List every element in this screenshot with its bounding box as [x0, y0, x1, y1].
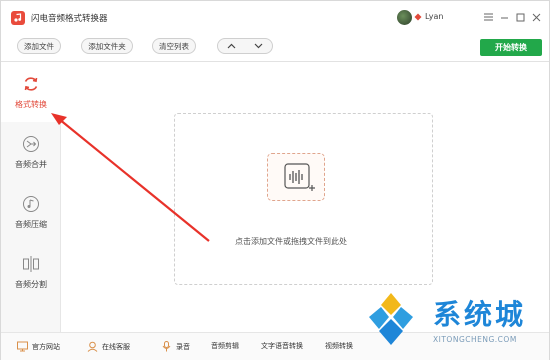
- maximize-icon[interactable]: [513, 10, 527, 24]
- watermark-logo-icon: [369, 293, 413, 345]
- toolbar-divider: [1, 61, 549, 62]
- move-up-button[interactable]: [218, 39, 245, 53]
- record-label: 录音: [176, 342, 190, 351]
- app-logo-icon: [11, 11, 25, 25]
- sidebar-item-format-convert[interactable]: 格式转换: [1, 62, 61, 122]
- add-folder-button[interactable]: 添加文件夹: [81, 38, 133, 54]
- tts-link[interactable]: 文字语音转换: [261, 341, 303, 351]
- sidebar-item-audio-split[interactable]: 音频分割: [1, 242, 61, 302]
- audio-cut-label: 音频剪辑: [211, 342, 239, 350]
- microphone-icon: [162, 341, 171, 352]
- add-audio-button[interactable]: [267, 153, 325, 201]
- customer-service-icon: [87, 341, 98, 352]
- vip-icon: [414, 13, 422, 21]
- sidebar-item-label: 音频分割: [15, 279, 47, 289]
- title-bar: 闪电音频格式转换器 Lyan: [1, 1, 549, 34]
- watermark-title: 系统城: [433, 298, 527, 331]
- tts-label: 文字语音转换: [261, 342, 303, 350]
- sidebar-item-audio-compress[interactable]: 音频压缩: [1, 182, 61, 242]
- move-down-button[interactable]: [245, 39, 272, 53]
- audio-cut-link[interactable]: 音频剪辑: [211, 341, 239, 351]
- app-title: 闪电音频格式转换器: [31, 14, 108, 24]
- chevron-up-icon: [227, 43, 236, 49]
- sidebar-item-label: 音频合并: [15, 159, 47, 169]
- split-icon: [23, 255, 39, 272]
- user-avatar[interactable]: [397, 10, 412, 25]
- support-link[interactable]: 在线客服: [87, 341, 130, 352]
- start-convert-button[interactable]: 开始转换: [480, 39, 542, 56]
- merge-icon: [23, 135, 39, 152]
- add-file-button[interactable]: 添加文件: [17, 38, 61, 54]
- clear-list-button[interactable]: 清空列表: [152, 38, 196, 54]
- sidebar-item-label: 格式转换: [15, 99, 47, 109]
- sidebar-item-audio-merge[interactable]: 音频合并: [1, 122, 61, 182]
- user-name[interactable]: Lyan: [425, 12, 443, 21]
- add-audio-icon: [284, 163, 315, 191]
- compress-music-icon: [23, 195, 39, 212]
- convert-cycle-icon: [24, 76, 38, 91]
- move-buttons: [217, 38, 273, 54]
- minimize-icon[interactable]: [497, 10, 511, 24]
- toolbar: 添加文件 添加文件夹 清空列表 开始转换: [1, 34, 549, 60]
- watermark-subtitle: XITONGCHENG.COM: [433, 335, 517, 344]
- app-window: 闪电音频格式转换器 Lyan 添加文件 添加文件夹 清空列表 开始转换 格式转换…: [0, 0, 550, 360]
- close-icon[interactable]: [529, 10, 543, 24]
- video-convert-label: 视频转换: [325, 342, 353, 350]
- website-label: 官方网站: [32, 342, 60, 351]
- monitor-icon: [17, 341, 28, 352]
- sidebar: 格式转换 音频合并 音频压缩 音频分割: [1, 62, 61, 332]
- video-convert-link[interactable]: 视频转换: [325, 341, 353, 351]
- support-label: 在线客服: [102, 342, 130, 351]
- record-link[interactable]: 录音: [161, 341, 190, 352]
- website-link[interactable]: 官方网站: [17, 341, 60, 352]
- drop-hint-text: 点击添加文件或拖拽文件到此处: [235, 237, 347, 246]
- sidebar-item-label: 音频压缩: [15, 219, 47, 229]
- chevron-down-icon: [254, 43, 263, 49]
- menu-icon[interactable]: [481, 10, 495, 24]
